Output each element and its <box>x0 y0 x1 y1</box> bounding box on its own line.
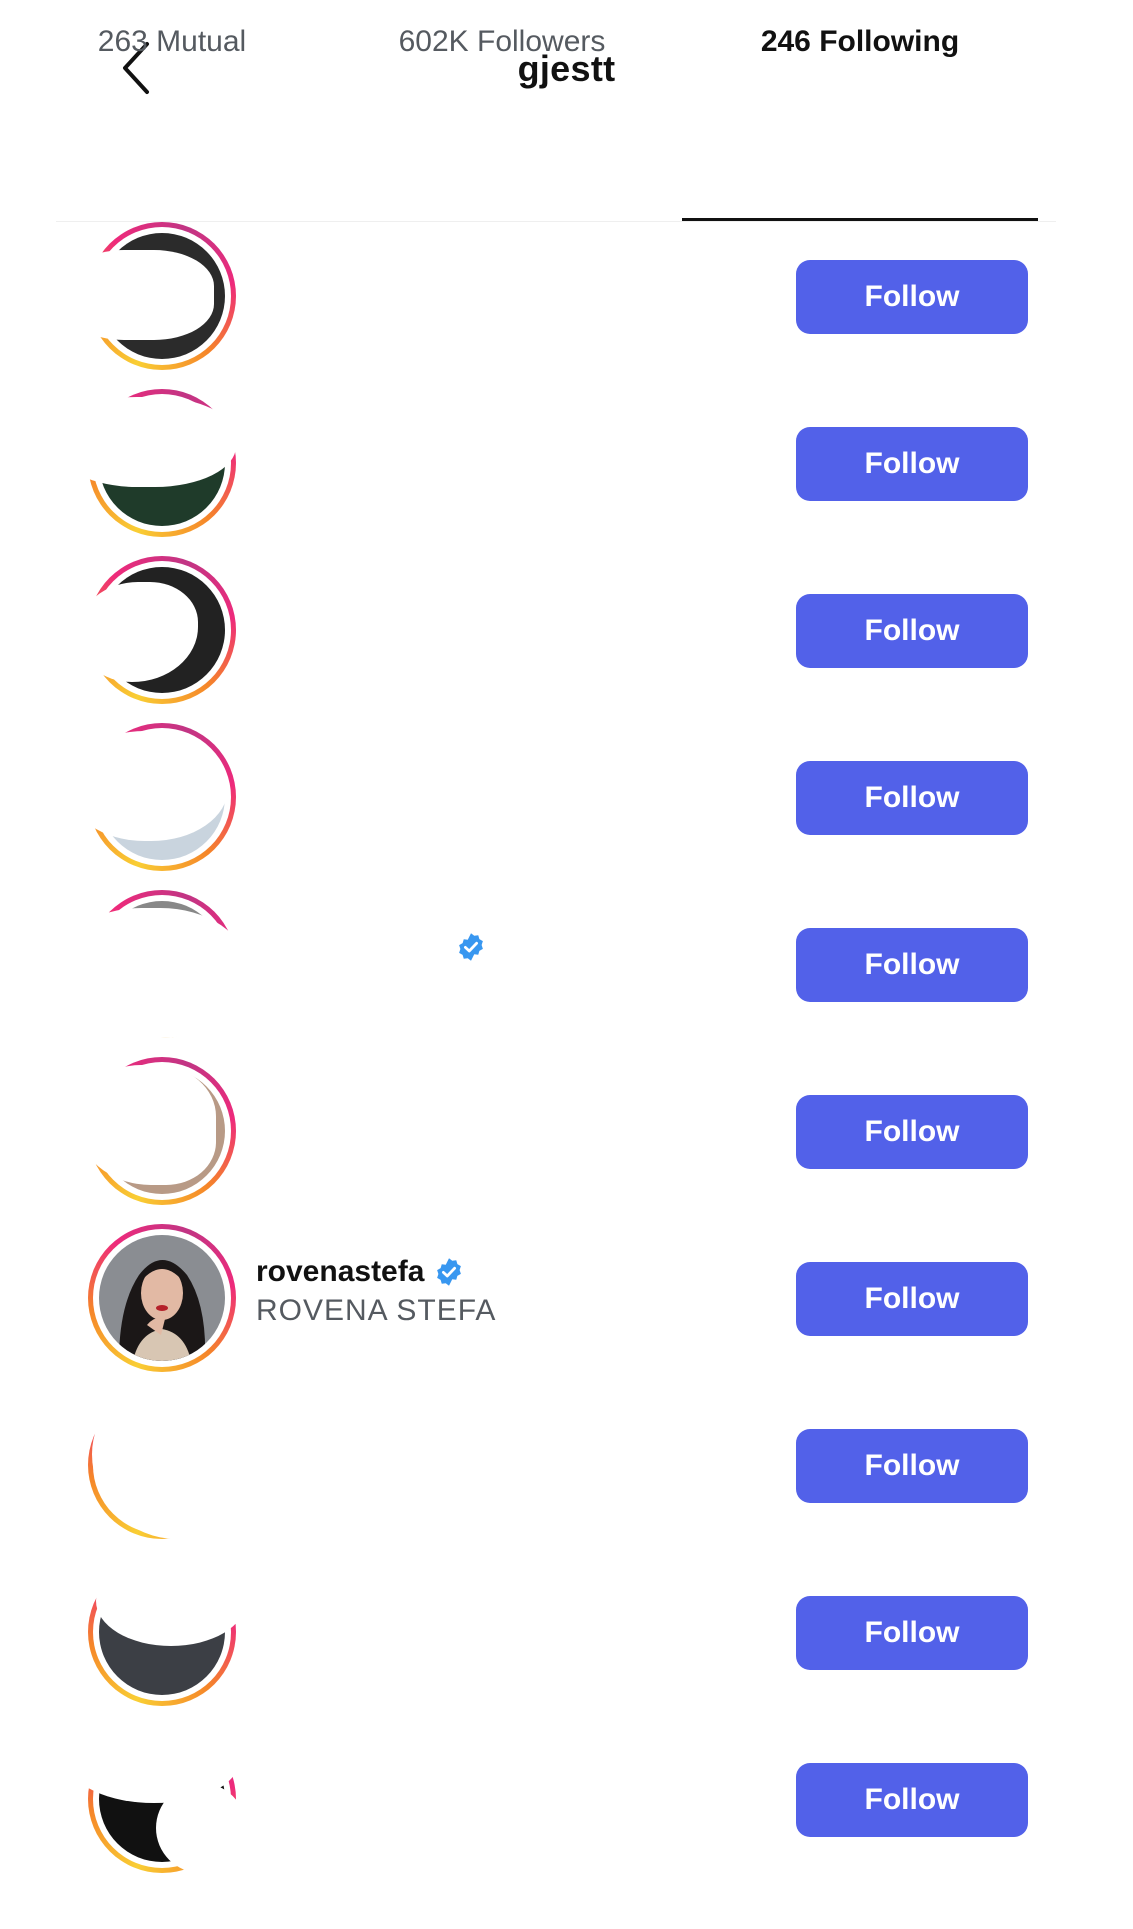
list-item[interactable]: Follow <box>56 210 1056 377</box>
redaction <box>56 397 236 487</box>
follow-button[interactable]: Follow <box>796 594 1028 668</box>
follow-button[interactable]: Follow <box>796 1262 1028 1336</box>
redaction <box>256 260 556 330</box>
follow-button[interactable]: Follow <box>796 1429 1028 1503</box>
follow-button[interactable]: Follow <box>796 427 1028 501</box>
list-item[interactable]: Follow <box>56 878 1056 1045</box>
username[interactable]: rovenastefa <box>256 1255 424 1289</box>
redaction <box>256 427 556 497</box>
redaction <box>256 1763 556 1833</box>
redaction <box>68 731 228 841</box>
list-item[interactable]: rovenastefa ROVENA STEFA Follow <box>56 1212 1056 1379</box>
tab-following[interactable]: 246 Following <box>682 0 1038 84</box>
username-row: rovenastefa <box>256 1252 464 1292</box>
follow-button[interactable]: Follow <box>796 260 1028 334</box>
follow-button[interactable]: Follow <box>796 928 1028 1002</box>
verified-badge-icon <box>459 933 483 961</box>
list-item[interactable]: Follow <box>56 1379 1056 1546</box>
redaction <box>96 1556 246 1646</box>
redaction <box>256 761 556 831</box>
redaction <box>56 908 246 1038</box>
full-name: ROVENA STEFA <box>256 1294 497 1327</box>
profile-photo <box>99 1235 225 1361</box>
list-item[interactable]: Follow <box>56 1045 1056 1212</box>
avatar[interactable] <box>88 1224 236 1372</box>
redaction <box>64 250 214 340</box>
tab-followers[interactable]: 602K Followers <box>352 0 652 84</box>
list-item[interactable]: Follow <box>56 711 1056 878</box>
list-item[interactable]: Follow <box>56 377 1056 544</box>
redaction <box>156 1783 246 1873</box>
follow-button[interactable]: Follow <box>796 761 1028 835</box>
redaction <box>256 1095 556 1165</box>
list-item[interactable]: Follow <box>56 1546 1056 1713</box>
follow-button[interactable]: Follow <box>796 1095 1028 1169</box>
verified-badge-icon <box>437 1258 462 1286</box>
follow-button[interactable]: Follow <box>796 1596 1028 1670</box>
follow-button[interactable]: Follow <box>796 1763 1028 1837</box>
redaction <box>256 1596 556 1666</box>
redaction <box>256 1429 556 1499</box>
redaction <box>256 594 556 664</box>
redaction <box>256 928 556 998</box>
tab-mutual[interactable]: 263 Mutual <box>56 0 288 84</box>
list-item[interactable]: Follow <box>56 544 1056 711</box>
list-item[interactable]: Follow <box>56 1713 1056 1880</box>
